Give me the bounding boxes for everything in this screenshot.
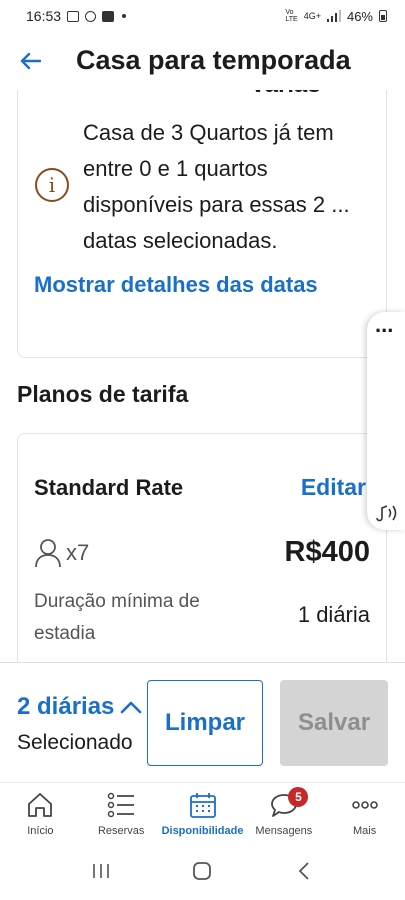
- home-nav-button[interactable]: [182, 856, 222, 886]
- tab-mais[interactable]: Mais: [324, 783, 405, 842]
- network-type: 4G+: [303, 11, 321, 21]
- tab-mensagens[interactable]: 5 Mensagens: [243, 783, 324, 842]
- tab-label-reservas: Reservas: [97, 825, 145, 837]
- availability-message: Casa de 3 Quartos já tem entre 0 e 1 qua…: [83, 120, 350, 253]
- tab-label-mais: Mais: [353, 825, 377, 837]
- cut-off-row: Variás: [18, 90, 386, 98]
- home-icon: [25, 791, 55, 819]
- selected-count: 2 diárias: [17, 693, 115, 720]
- availability-card: Variás i Casa de 3 Quartos já tem entre …: [17, 90, 387, 358]
- back-button[interactable]: [16, 48, 44, 74]
- selected-count-toggle[interactable]: 2 diárias: [17, 693, 142, 721]
- status-right: Vo LTE 4G+ 46%: [285, 9, 387, 24]
- tab-label-disponibilidade: Disponibilidade: [161, 825, 244, 837]
- rate-plan-name: Standard Rate: [34, 475, 184, 500]
- tab-label-inicio: Início: [27, 825, 54, 837]
- rate-plan-card: Standard Rate Editar x7 R$400 Duração mí…: [17, 433, 387, 662]
- battery-icon: [379, 10, 387, 22]
- page-title: Casa para temporada: [76, 45, 351, 75]
- calendar-icon: [188, 791, 218, 819]
- tab-disponibilidade[interactable]: Disponibilidade: [161, 783, 244, 842]
- volte-icon: Vo LTE: [285, 9, 298, 23]
- home-nav-icon: [193, 862, 212, 880]
- info-icon: i: [35, 168, 69, 202]
- content-scroll[interactable]: Variás i Casa de 3 Quartos já tem entre …: [0, 90, 405, 662]
- audio-icon[interactable]: [374, 504, 400, 522]
- recent-apps-button[interactable]: [81, 856, 121, 886]
- list-icon: [106, 791, 136, 819]
- back-nav-icon: [298, 862, 309, 880]
- photo-notification-icon: [67, 10, 80, 22]
- back-nav-button[interactable]: [284, 856, 324, 886]
- tab-label-mensagens: Mensagens: [255, 825, 313, 837]
- tab-inicio[interactable]: Início: [0, 783, 81, 842]
- arrow-left-icon: [20, 52, 41, 70]
- video-notification-icon: [102, 10, 115, 22]
- recent-apps-icon: [93, 864, 109, 878]
- messages-badge: 5: [288, 787, 309, 807]
- bottom-action-bar: 2 diárias Selecionado Limpar Salvar: [0, 662, 405, 782]
- system-nav-bar: [0, 842, 405, 900]
- clear-button[interactable]: Limpar: [147, 680, 263, 766]
- more-notifications-icon: [122, 14, 127, 18]
- edit-rate-button[interactable]: Editar: [301, 474, 366, 501]
- status-time: 16:53: [26, 8, 62, 24]
- min-stay-value: 1 diária: [297, 602, 370, 627]
- tab-reservas[interactable]: Reservas: [81, 783, 162, 842]
- app-header: Casa para temporada: [0, 36, 405, 86]
- float-panel-dots: ...: [375, 312, 394, 337]
- guests-info: x7: [34, 538, 89, 568]
- floating-side-panel[interactable]: ...: [367, 312, 405, 530]
- status-bar: 16:53 Vo LTE 4G+ 46%: [0, 0, 405, 32]
- tab-bar: Início Reservas Disponibilidade 5 Mensag…: [0, 782, 405, 842]
- show-date-details-link[interactable]: Mostrar detalhes das datas: [34, 272, 318, 298]
- more-icon: [350, 791, 380, 819]
- rate-plans-title: Planos de tarifa: [17, 381, 189, 407]
- rate-price: R$400: [284, 536, 370, 568]
- min-stay-label: Duração mínima de estadia: [34, 591, 200, 644]
- guest-count: x7: [66, 540, 90, 565]
- chevron-up-icon: [121, 701, 142, 714]
- battery-percent: 46%: [346, 8, 373, 24]
- status-left: 16:53: [26, 8, 127, 24]
- cut-off-text: Variás: [250, 90, 321, 99]
- signal-icon: [326, 10, 341, 22]
- app-notification-icon: [85, 10, 97, 22]
- selected-label: Selecionado: [17, 731, 133, 754]
- person-icon: [35, 539, 61, 568]
- save-button[interactable]: Salvar: [280, 680, 388, 766]
